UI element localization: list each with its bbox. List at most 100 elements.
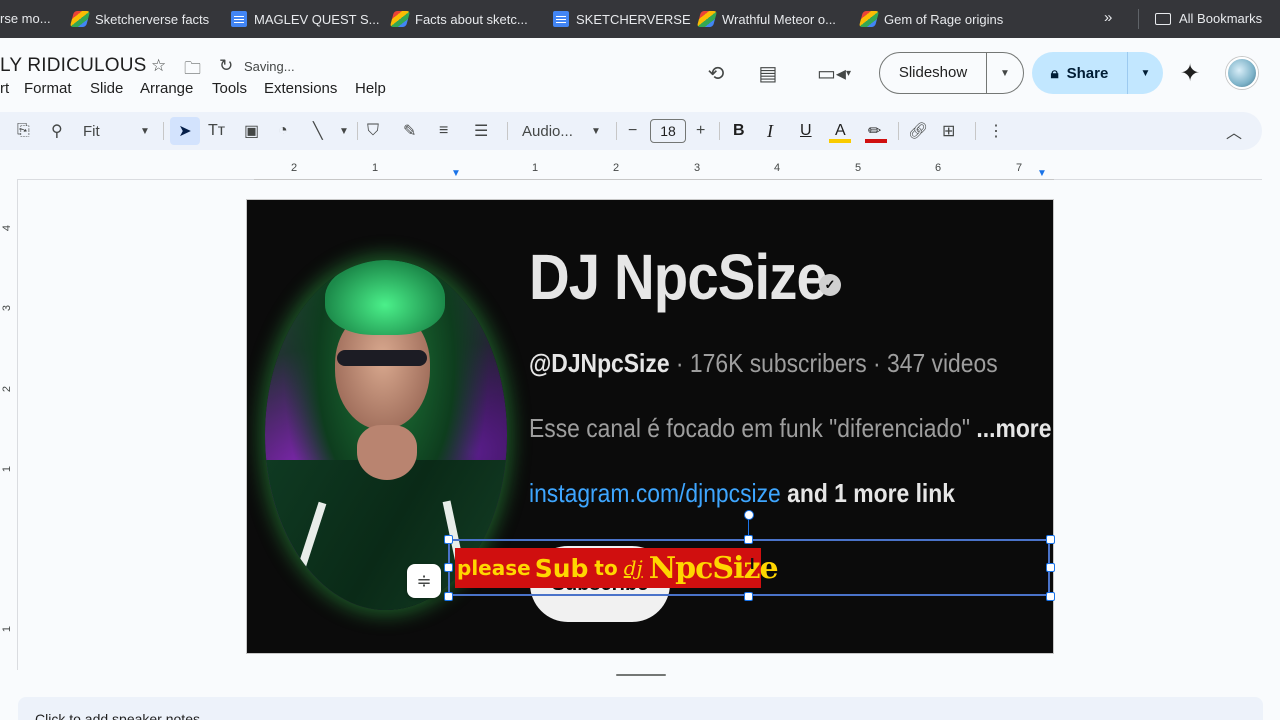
- resize-handle[interactable]: [1046, 592, 1055, 601]
- share-button[interactable]: 🔒︎ Share ▼: [1032, 52, 1163, 94]
- document-title[interactable]: LY RIDICULOUS: [0, 55, 147, 77]
- menu-tools[interactable]: Tools: [212, 80, 247, 97]
- bookmark-item[interactable]: MAGLEV QUEST S...: [231, 11, 379, 27]
- portrait-glasses: [337, 350, 427, 366]
- resize-handle[interactable]: [444, 563, 453, 572]
- divider: [898, 122, 899, 140]
- line-icon[interactable]: ╲: [313, 120, 323, 142]
- ruler-number: 3: [694, 162, 701, 174]
- indent-marker-icon[interactable]: ▼: [451, 168, 461, 179]
- link-icon[interactable]: 🔗︎: [908, 120, 928, 142]
- bookmark-item[interactable]: rse mo...: [0, 11, 51, 26]
- zoom-icon[interactable]: ⚲: [51, 120, 63, 142]
- chevron-down-icon[interactable]: ▼: [1128, 68, 1163, 79]
- increase-font-icon[interactable]: +: [696, 120, 705, 142]
- bookmark-item[interactable]: Wrathful Meteor o...: [696, 11, 836, 27]
- bookmark-item[interactable]: Facts about sketc...: [389, 11, 528, 27]
- font-size-input[interactable]: 18: [650, 119, 686, 143]
- menu-help[interactable]: Help: [355, 80, 386, 97]
- ruler-number: 2: [613, 162, 620, 174]
- resize-handle[interactable]: [444, 535, 453, 544]
- menu-insert[interactable]: rt: [0, 80, 9, 97]
- bookmark-item[interactable]: Gem of Rage origins: [858, 11, 1004, 27]
- shape-icon[interactable]: ◔: [278, 120, 288, 142]
- select-icon[interactable]: ➤: [170, 117, 200, 145]
- ruler-number: 7: [1016, 162, 1023, 174]
- border-weight-icon[interactable]: ≡: [439, 120, 448, 142]
- avatar[interactable]: [1226, 57, 1258, 89]
- font-select[interactable]: Audio...: [522, 120, 573, 142]
- chevron-down-icon[interactable]: ▼: [339, 120, 349, 142]
- bookmark-item[interactable]: Sketcherverse facts: [69, 11, 209, 27]
- channel-description: Esse canal é focado em funk "diferenciad…: [529, 413, 1051, 444]
- resize-handle[interactable]: [444, 592, 453, 601]
- add-comment-icon[interactable]: ⊞: [942, 120, 955, 142]
- resize-handle[interactable]: [744, 592, 753, 601]
- text-box-icon[interactable]: Tт: [208, 120, 225, 142]
- overlay-text-npcsize: NpcSize: [648, 550, 779, 586]
- slideshow-button[interactable]: Slideshow ▼: [879, 52, 1024, 94]
- underline-button[interactable]: U: [800, 120, 812, 142]
- gemini-icon[interactable]: ✦: [1180, 59, 1200, 88]
- divider: [163, 122, 164, 140]
- share-label: Share: [1066, 64, 1109, 82]
- bold-button[interactable]: B: [733, 120, 745, 142]
- vertical-ruler[interactable]: 4 3 2 1 1: [0, 198, 18, 668]
- ruler-number: 2: [291, 162, 298, 174]
- star-icon[interactable]: ☆: [151, 56, 166, 76]
- menu-slide[interactable]: Slide: [90, 80, 123, 97]
- rotate-handle[interactable]: [744, 510, 754, 520]
- decrease-font-icon[interactable]: −: [628, 120, 637, 142]
- zoom-select[interactable]: Fit: [83, 120, 100, 142]
- comments-icon[interactable]: ▤: [755, 60, 781, 86]
- italic-button[interactable]: I: [767, 120, 773, 142]
- bookmark-item[interactable]: SKETCHERVERSE: [553, 11, 691, 27]
- menu-extensions[interactable]: Extensions: [264, 80, 337, 97]
- meet-icon[interactable]: ▭◂ ▾: [812, 60, 856, 86]
- horizontal-ruler[interactable]: 2 1 1 2 3 4 5 6 7 ▼ ▼: [254, 160, 1054, 180]
- chevron-down-icon[interactable]: ▼: [140, 120, 150, 142]
- docs-icon: [553, 11, 569, 27]
- share-main[interactable]: 🔒︎ Share: [1032, 52, 1128, 94]
- indent-marker-icon[interactable]: ▼: [1037, 168, 1047, 179]
- all-bookmarks-button[interactable]: All Bookmarks: [1155, 11, 1262, 26]
- slideshow-label[interactable]: Slideshow: [880, 53, 987, 93]
- speaker-notes[interactable]: Click to add speaker notes: [18, 697, 1263, 720]
- bookmark-label: Gem of Rage origins: [884, 11, 1004, 27]
- version-history-icon[interactable]: ⟲: [703, 60, 729, 86]
- chevron-down-icon[interactable]: ▼: [591, 120, 601, 142]
- portrait-hand: [357, 425, 417, 480]
- divider: [357, 122, 358, 140]
- resize-handle[interactable]: [1046, 563, 1055, 572]
- overlay-text-dj: dj: [623, 556, 643, 580]
- ruler-number: 1: [372, 162, 379, 174]
- overlay-text-box[interactable]: please Sub to dj NpcSize: [455, 548, 779, 588]
- menu-arrange[interactable]: Arrange: [140, 80, 193, 97]
- resize-handle[interactable]: [744, 535, 753, 544]
- description-text: Esse canal é focado em funk "diferenciad…: [529, 413, 977, 443]
- menu-format[interactable]: Format: [24, 80, 72, 97]
- paint-format-icon[interactable]: ⎘: [17, 120, 30, 142]
- docs-icon: [231, 11, 247, 27]
- divider: [975, 122, 976, 140]
- more-bookmarks-button[interactable]: »: [1104, 9, 1112, 26]
- chevron-up-icon[interactable]: ︿: [1226, 120, 1242, 142]
- chevron-down-icon[interactable]: ▼: [987, 68, 1023, 79]
- image-icon[interactable]: ▣: [244, 120, 259, 142]
- resize-handle[interactable]: [1046, 535, 1055, 544]
- fill-color-icon[interactable]: ⛉: [367, 120, 379, 142]
- bookmark-label: Facts about sketc...: [415, 11, 528, 27]
- text-cursor-icon: I: [750, 556, 755, 573]
- border-dash-icon[interactable]: ☰: [474, 120, 488, 142]
- bookmark-label: rse mo...: [0, 11, 51, 26]
- more-options-icon[interactable]: ⋮: [988, 120, 1004, 142]
- border-color-icon[interactable]: ✎: [403, 120, 416, 142]
- autofit-options-icon[interactable]: ≑: [407, 564, 441, 598]
- overlay-text-sub: Sub: [534, 553, 589, 583]
- text-color-swatch: [829, 139, 851, 143]
- channel-stats: · 176K subscribers · 347 videos: [669, 348, 998, 378]
- notes-resize-handle[interactable]: [616, 674, 666, 676]
- bookmark-label: Wrathful Meteor o...: [722, 11, 836, 27]
- ruler-number: 1: [1, 625, 14, 633]
- speaker-notes-placeholder: Click to add speaker notes: [35, 711, 200, 720]
